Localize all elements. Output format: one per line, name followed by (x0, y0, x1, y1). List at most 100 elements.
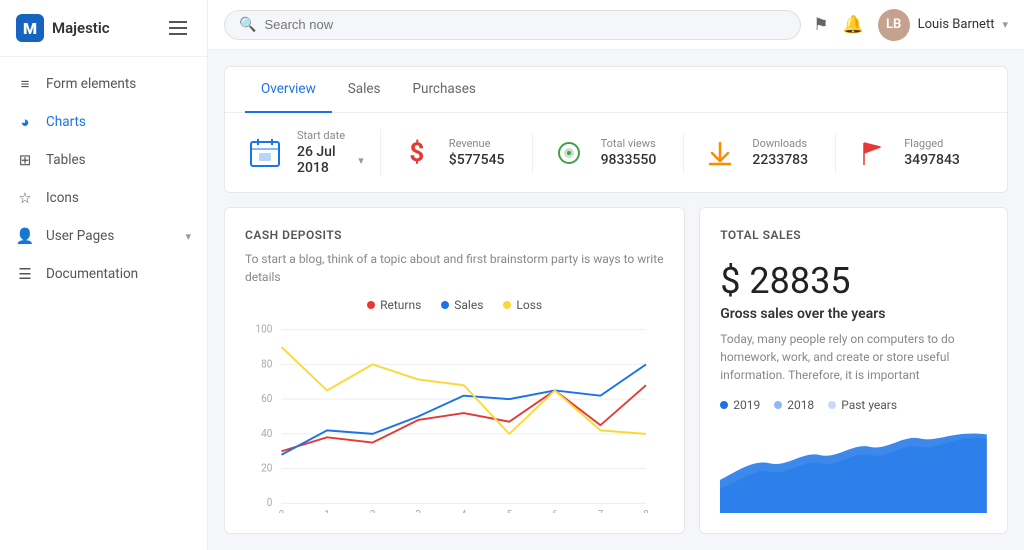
stat-value: $577545 (449, 152, 505, 168)
revenue-stat-text: Revenue $577545 (449, 137, 505, 168)
cash-deposits-card: CASH DEPOSITS To start a blog, think of … (224, 207, 685, 534)
user-name: Louis Barnett (918, 17, 995, 32)
stats-card: OverviewSalesPurchases Start date 26 Jul… (224, 66, 1008, 193)
svg-text:40: 40 (261, 426, 272, 439)
flagged-value: 3497843 (904, 152, 960, 168)
sidebar-item-label: Charts (46, 114, 86, 130)
year-dot (720, 401, 728, 409)
sidebar-item-user-pages[interactable]: 👤 User Pages ▾ (0, 217, 207, 255)
stats-row: Start date 26 Jul 2018▾ $ Revenue $57754… (225, 113, 1007, 192)
stat-value: 9833550 (601, 152, 657, 168)
sidebar-item-label: Documentation (46, 266, 138, 282)
sidebar-item-charts[interactable]: ◕ Charts (0, 103, 207, 141)
svg-text:1: 1 (324, 508, 330, 513)
line-chart: 100 80 60 40 20 0 0 1 2 3 4 5 6 (245, 320, 664, 513)
stat-downloads: Downloads 2233783 (684, 133, 836, 173)
sidebar-menu: ≡ Form elements ◕ Charts ⊞ Tables ☆ Icon… (0, 57, 207, 301)
downloads-stat-icon (700, 133, 740, 173)
search-input[interactable] (264, 17, 786, 32)
content-area: OverviewSalesPurchases Start date 26 Jul… (208, 50, 1024, 550)
chevron-down-icon: ▾ (185, 230, 191, 243)
svg-text:6: 6 (552, 508, 558, 513)
stat-start-date[interactable]: Start date 26 Jul 2018▾ (245, 129, 381, 176)
sidebar-item-documentation[interactable]: ☰ Documentation (0, 255, 207, 293)
year-legend: 2019 2018 Past years (720, 398, 987, 412)
sidebar-item-label: Form elements (46, 76, 136, 92)
downloads-label: Downloads (752, 137, 808, 150)
search-box[interactable]: 🔍 (224, 10, 801, 40)
start-date-stat-text: Start date 26 Jul 2018▾ (297, 129, 364, 176)
stat-flagged: Flagged 3497843 (836, 133, 987, 173)
icons-icon: ☆ (16, 189, 34, 207)
downloads-stat-text: Downloads 2233783 (752, 137, 808, 168)
legend-dot (503, 301, 511, 309)
legend-label: Sales (454, 298, 483, 312)
legend-dot (441, 301, 449, 309)
sidebar-item-label: User Pages (46, 228, 114, 244)
search-icon: 🔍 (239, 17, 256, 33)
stat-value: 3497843 (904, 152, 960, 168)
tabs-row: OverviewSalesPurchases (225, 67, 1007, 113)
revenue-stat-icon: $ (397, 133, 437, 173)
stat-total-views: Total views 9833550 (533, 133, 685, 173)
tables-icon: ⊞ (16, 151, 34, 169)
flag-icon[interactable]: ⚑ (813, 15, 828, 35)
year-legend-2019: 2019 (720, 398, 760, 412)
area-chart (720, 422, 987, 513)
sidebar: Majestic ≡ Form elements ◕ Charts ⊞ Tabl… (0, 0, 208, 550)
svg-text:80: 80 (261, 357, 272, 370)
tab-overview[interactable]: Overview (245, 67, 332, 113)
year-label: Past years (841, 398, 897, 412)
year-label: 2018 (787, 398, 814, 412)
year-dot (828, 401, 836, 409)
svg-text:2: 2 (370, 508, 376, 513)
total-sales-card: TOTAL SALES $ 28835 Gross sales over the… (699, 207, 1008, 534)
svg-text:7: 7 (598, 508, 604, 513)
user-pages-icon: 👤 (16, 227, 34, 245)
legend-item-sales: Sales (441, 298, 483, 312)
form-elements-icon: ≡ (16, 75, 34, 93)
total-views-stat-icon (549, 133, 589, 173)
bell-icon[interactable]: 🔔 (842, 15, 863, 35)
svg-text:8: 8 (643, 508, 649, 513)
sidebar-header: Majestic (0, 0, 207, 57)
year-dot (774, 401, 782, 409)
svg-text:60: 60 (261, 392, 272, 405)
legend-label: Loss (516, 298, 542, 312)
sidebar-item-icons[interactable]: ☆ Icons (0, 179, 207, 217)
hamburger-button[interactable] (165, 17, 191, 39)
sidebar-item-tables[interactable]: ⊞ Tables (0, 141, 207, 179)
year-label: 2019 (733, 398, 760, 412)
legend-item-loss: Loss (503, 298, 542, 312)
tab-sales[interactable]: Sales (332, 67, 397, 113)
sidebar-item-form-elements[interactable]: ≡ Form elements (0, 65, 207, 103)
total-sales-amount: $ 28835 (720, 260, 987, 302)
date-dropdown-icon[interactable]: ▾ (358, 154, 364, 167)
stat-value: 2233783 (752, 152, 808, 168)
revenue-value: $577545 (449, 152, 505, 168)
avatar: LB (878, 9, 910, 41)
total-sales-subtitle: Gross sales over the years (720, 306, 987, 322)
total-views-label: Total views (601, 137, 657, 150)
user-info[interactable]: LB Louis Barnett ▾ (878, 9, 1008, 41)
legend-item-returns: Returns (367, 298, 421, 312)
svg-text:3: 3 (415, 508, 421, 513)
main-content: 🔍 ⚑ 🔔 LB Louis Barnett ▾ OverviewSalesPu… (208, 0, 1024, 550)
svg-text:20: 20 (261, 461, 272, 474)
logo-icon (16, 14, 44, 42)
topbar: 🔍 ⚑ 🔔 LB Louis Barnett ▾ (208, 0, 1024, 50)
svg-text:0: 0 (279, 508, 285, 513)
total-sales-title: TOTAL SALES (720, 228, 987, 242)
total-views-stat-text: Total views 9833550 (601, 137, 657, 168)
flagged-label: Flagged (904, 137, 960, 150)
topbar-actions: ⚑ 🔔 LB Louis Barnett ▾ (813, 9, 1008, 41)
start-date-stat-icon (245, 133, 285, 173)
sidebar-brand: Majestic (52, 19, 110, 37)
tab-purchases[interactable]: Purchases (397, 67, 492, 113)
legend-dot (367, 301, 375, 309)
user-chevron-icon: ▾ (1002, 18, 1008, 31)
cash-deposits-title: CASH DEPOSITS (245, 228, 664, 242)
svg-text:0: 0 (267, 496, 273, 509)
start-date-value: 26 Jul 2018▾ (297, 144, 364, 176)
year-legend-past-years: Past years (828, 398, 897, 412)
